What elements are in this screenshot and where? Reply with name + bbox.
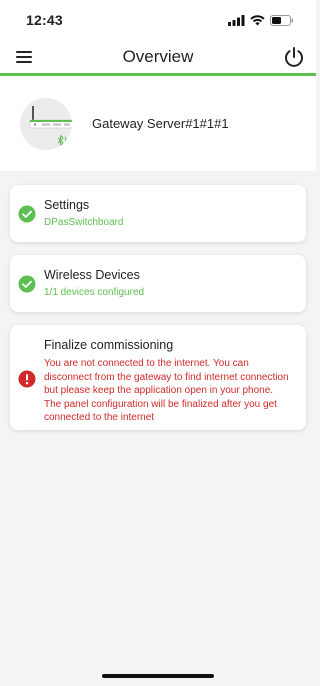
gateway-avatar xyxy=(20,97,72,150)
gateway-name: Gateway Server#1#1#1 xyxy=(92,116,229,131)
check-circle-icon xyxy=(18,275,36,293)
home-indicator[interactable] xyxy=(102,674,214,678)
card-title: Settings xyxy=(44,198,90,212)
header-bar: Overview xyxy=(0,40,316,73)
battery-icon xyxy=(270,14,294,26)
settings-card[interactable]: Settings DPasSwitchboard xyxy=(10,185,306,242)
hamburger-menu-icon[interactable] xyxy=(12,45,36,69)
check-circle-icon xyxy=(18,205,36,223)
cellular-signal-icon xyxy=(228,14,245,26)
status-icons xyxy=(228,14,294,26)
card-title: Finalize commissioning xyxy=(44,338,174,352)
card-error-message: You are not connected to the internet. Y… xyxy=(44,358,289,423)
status-bar: 12:43 xyxy=(0,0,316,40)
wifi-icon xyxy=(250,14,265,25)
error-alert-icon xyxy=(18,370,36,388)
status-time: 12:43 xyxy=(26,12,63,28)
wireless-devices-card[interactable]: Wireless Devices 1/1 devices configured xyxy=(10,255,306,312)
card-title: Wireless Devices xyxy=(44,268,140,282)
gateway-header[interactable]: Gateway Server#1#1#1 xyxy=(0,76,316,171)
power-icon[interactable] xyxy=(282,45,306,69)
gateway-device-icon xyxy=(29,105,72,146)
page-title: Overview xyxy=(122,46,194,66)
finalize-commissioning-card[interactable]: Finalize commissioning You are not conne… xyxy=(10,325,306,430)
card-subtitle: DPasSwitchboard xyxy=(44,217,124,228)
top-section: 12:43 Overview Gateway Server#1#1#1 xyxy=(0,0,316,171)
card-subtitle: 1/1 devices configured xyxy=(44,287,145,298)
